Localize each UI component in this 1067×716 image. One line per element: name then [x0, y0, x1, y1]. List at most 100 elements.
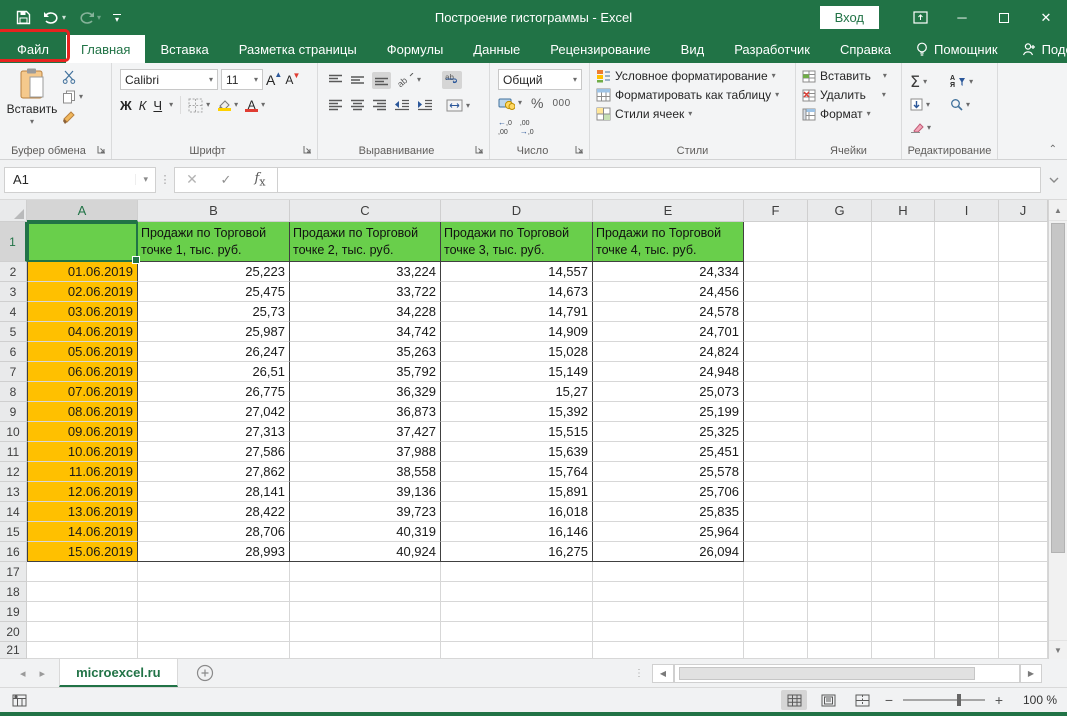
cell-D11[interactable]: 15,639 — [441, 442, 593, 462]
bold-button[interactable]: Ж — [120, 98, 132, 113]
cell-D5[interactable]: 14,909 — [441, 322, 593, 342]
column-header-A[interactable]: A — [27, 200, 138, 222]
cell-I1[interactable] — [935, 222, 999, 262]
cell-E16[interactable]: 26,094 — [593, 542, 744, 562]
cell-D17[interactable] — [441, 562, 593, 582]
cell-B20[interactable] — [138, 622, 290, 642]
cell-C12[interactable]: 38,558 — [290, 462, 441, 482]
cell-F6[interactable] — [744, 342, 808, 362]
cell-I15[interactable] — [935, 522, 999, 542]
cell-F15[interactable] — [744, 522, 808, 542]
sort-filter-button[interactable]: АЯ ▾ — [950, 75, 990, 89]
zoom-slider[interactable] — [903, 694, 985, 706]
cell-F17[interactable] — [744, 562, 808, 582]
name-box-dropdown-icon[interactable]: ▾ — [135, 174, 155, 185]
formula-bar-resize-handle[interactable]: ⋮ — [156, 173, 174, 186]
cell-I2[interactable] — [935, 262, 999, 282]
cell-J3[interactable] — [999, 282, 1048, 302]
maximize-button[interactable] — [983, 0, 1025, 35]
align-top-icon[interactable] — [328, 74, 343, 87]
cell-G21[interactable] — [808, 642, 872, 659]
zoom-in-icon[interactable]: + — [993, 692, 1005, 708]
cell-G1[interactable] — [808, 222, 872, 262]
cell-J9[interactable] — [999, 402, 1048, 422]
cell-E11[interactable]: 25,451 — [593, 442, 744, 462]
view-page-break-icon[interactable] — [849, 690, 875, 710]
cell-H16[interactable] — [872, 542, 935, 562]
cell-I18[interactable] — [935, 582, 999, 602]
row-header-4[interactable]: 4 — [0, 302, 27, 322]
view-normal-icon[interactable] — [781, 690, 807, 710]
accessibility-status-icon[interactable] — [12, 693, 28, 707]
cell-G12[interactable] — [808, 462, 872, 482]
column-header-H[interactable]: H — [872, 200, 935, 222]
delete-cells-button[interactable]: Удалить ▾ — [802, 88, 887, 102]
cell-A1[interactable] — [27, 222, 140, 264]
cell-D21[interactable] — [441, 642, 593, 659]
cell-H21[interactable] — [872, 642, 935, 659]
scroll-left-icon[interactable]: ◀ — [652, 664, 674, 683]
cell-I11[interactable] — [935, 442, 999, 462]
cell-G8[interactable] — [808, 382, 872, 402]
increase-decimal-icon[interactable]: ←,0,00 — [498, 119, 512, 137]
cell-H13[interactable] — [872, 482, 935, 502]
cell-E21[interactable] — [593, 642, 744, 659]
row-header-12[interactable]: 12 — [0, 462, 27, 482]
undo-icon[interactable]: ▾ — [43, 11, 66, 25]
cell-F20[interactable] — [744, 622, 808, 642]
cell-G13[interactable] — [808, 482, 872, 502]
cell-J10[interactable] — [999, 422, 1048, 442]
cell-I14[interactable] — [935, 502, 999, 522]
collapse-ribbon-icon[interactable]: ⌃ — [1049, 144, 1057, 155]
add-sheet-button[interactable] — [178, 659, 232, 687]
cell-D20[interactable] — [441, 622, 593, 642]
cell-J6[interactable] — [999, 342, 1048, 362]
italic-button[interactable]: К — [139, 98, 147, 113]
cell-F13[interactable] — [744, 482, 808, 502]
cell-C18[interactable] — [290, 582, 441, 602]
cell-G15[interactable] — [808, 522, 872, 542]
cell-I7[interactable] — [935, 362, 999, 382]
cell-E3[interactable]: 24,456 — [593, 282, 744, 302]
cell-G19[interactable] — [808, 602, 872, 622]
comma-style-icon[interactable]: 000 — [552, 98, 570, 109]
cell-A13[interactable]: 12.06.2019 — [27, 482, 138, 502]
cell-B3[interactable]: 25,475 — [138, 282, 290, 302]
cell-H8[interactable] — [872, 382, 935, 402]
cell-A18[interactable] — [27, 582, 138, 602]
redo-dropdown-icon[interactable]: ▾ — [97, 13, 101, 22]
cell-C17[interactable] — [290, 562, 441, 582]
cell-H2[interactable] — [872, 262, 935, 282]
horizontal-scrollbar[interactable] — [674, 664, 1020, 683]
cell-A2[interactable]: 01.06.2019 — [27, 262, 138, 282]
underline-dropdown-icon[interactable]: ▾ — [169, 101, 173, 109]
cell-A11[interactable]: 10.06.2019 — [27, 442, 138, 462]
cell-H10[interactable] — [872, 422, 935, 442]
decrease-decimal-icon[interactable]: ,00 →,0 — [520, 119, 534, 137]
cell-B21[interactable] — [138, 642, 290, 659]
row-header-3[interactable]: 3 — [0, 282, 27, 302]
cell-J14[interactable] — [999, 502, 1048, 522]
row-header-17[interactable]: 17 — [0, 562, 27, 582]
zoom-out-icon[interactable]: − — [883, 692, 895, 708]
cell-C20[interactable] — [290, 622, 441, 642]
cell-B2[interactable]: 25,223 — [138, 262, 290, 282]
cell-D14[interactable]: 16,018 — [441, 502, 593, 522]
cut-icon[interactable] — [62, 70, 83, 84]
cell-C1[interactable]: Продажи по Торговой точке 2, тыс. руб. — [290, 222, 441, 262]
row-header-18[interactable]: 18 — [0, 582, 27, 602]
cell-J17[interactable] — [999, 562, 1048, 582]
tab-share[interactable]: Поделиться — [1012, 42, 1067, 57]
cell-B13[interactable]: 28,141 — [138, 482, 290, 502]
cell-G11[interactable] — [808, 442, 872, 462]
undo-dropdown-icon[interactable]: ▾ — [62, 13, 66, 22]
cell-J19[interactable] — [999, 602, 1048, 622]
row-header-5[interactable]: 5 — [0, 322, 27, 342]
cell-G4[interactable] — [808, 302, 872, 322]
minimize-button[interactable]: ─ — [941, 0, 983, 35]
cell-I5[interactable] — [935, 322, 999, 342]
cell-D3[interactable]: 14,673 — [441, 282, 593, 302]
row-header-13[interactable]: 13 — [0, 482, 27, 502]
cell-H9[interactable] — [872, 402, 935, 422]
cell-B8[interactable]: 26,775 — [138, 382, 290, 402]
